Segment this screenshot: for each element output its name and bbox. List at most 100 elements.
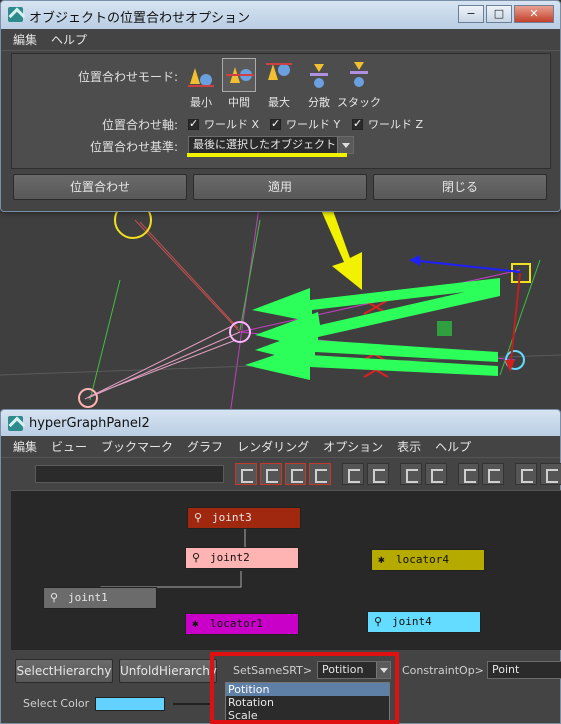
align-window-menubar: 編集 ヘルプ: [1, 29, 560, 51]
locator1-marker: [437, 321, 452, 336]
world-z-label: ワールド Z: [368, 118, 424, 131]
constraint-op-value: Point: [492, 663, 520, 676]
constraint-op-dropdown[interactable]: Point: [487, 661, 561, 679]
hypergraph-title: hyperGraphPanel2: [29, 416, 150, 431]
align-button[interactable]: 位置合わせ: [13, 174, 187, 200]
mode-caption-distribute: 分散: [308, 96, 330, 109]
node-label: locator4: [396, 553, 449, 566]
color-slider[interactable]: [173, 703, 213, 705]
layout-icon[interactable]: [342, 463, 365, 485]
align-axis-label: 位置合わせ軸:: [101, 118, 178, 132]
node-joint2[interactable]: ⚲ joint2: [185, 547, 299, 569]
node-joint1[interactable]: ⚲ joint1: [43, 587, 157, 609]
minimize-button[interactable]: −: [458, 5, 484, 23]
world-x-label: ワールド X: [204, 118, 260, 131]
mode-caption-max: 最大: [268, 96, 290, 109]
toggle-display-icon[interactable]: [515, 463, 538, 485]
align-mode-distribute-button[interactable]: [302, 58, 336, 92]
red-highlight-frame: [210, 652, 399, 724]
align-mode-max-button[interactable]: [262, 58, 296, 92]
scene-hierarchy-icon[interactable]: [457, 463, 480, 485]
locator-icon: ✱: [378, 553, 385, 566]
node-label: joint1: [68, 591, 108, 604]
hypergraph-toolbar: [11, 460, 561, 488]
hypergraph-menubar: 編集 ビュー ブックマーク グラフ レンダリング オプション 表示 ヘルプ: [1, 436, 560, 458]
select-color-label: Select Color: [23, 697, 90, 710]
node-label: locator1: [210, 617, 263, 630]
hypergraph-titlebar[interactable]: hyperGraphPanel2: [1, 410, 560, 436]
node-joint4[interactable]: ⚲ joint4: [367, 611, 481, 633]
close-button[interactable]: 閉じる: [373, 174, 547, 200]
hg-menu-view[interactable]: ビュー: [51, 438, 87, 455]
mode-caption-mid: 中間: [228, 96, 250, 109]
menu-help[interactable]: ヘルプ: [51, 31, 87, 48]
hypergraph-graph-area[interactable]: ⚲ joint3 ⚲ joint2 ⚲ joint1 ✱ locator4 ✱ locat…: [11, 490, 561, 650]
distribute-icon: [310, 64, 328, 88]
stack-icon: [350, 62, 368, 87]
hg-menu-show[interactable]: 表示: [397, 438, 421, 455]
align-window-title: オブジェクトの位置合わせオプション: [29, 11, 251, 26]
menu-edit[interactable]: 編集: [13, 31, 37, 48]
frame-hierarchy-icon[interactable]: [309, 463, 332, 485]
hg-menu-bookmarks[interactable]: ブックマーク: [101, 438, 173, 455]
world-y-checkbox[interactable]: ワールド Y: [270, 116, 340, 132]
hypergraph-search-field[interactable]: [35, 465, 224, 483]
mode-caption-stack: スタック: [337, 96, 381, 109]
remove-node-icon[interactable]: [424, 463, 447, 485]
hg-menu-help[interactable]: ヘルプ: [435, 438, 471, 455]
node-locator4[interactable]: ✱ locator4: [371, 549, 485, 571]
align-min-icon: [188, 68, 214, 87]
align-basis-label: 位置合わせ基準:: [89, 140, 178, 154]
align-mode-mid-button[interactable]: [222, 58, 256, 92]
joint-icon: ⚲: [192, 551, 201, 564]
align-basis-dropdown[interactable]: 最後に選択したオブジェクト: [188, 136, 354, 154]
align-mid-icon: [226, 67, 254, 83]
align-max-icon: [266, 63, 292, 80]
hg-menu-rendering[interactable]: レンダリング: [237, 438, 309, 455]
world-y-label: ワールド Y: [286, 118, 341, 131]
frame-all-icon[interactable]: [259, 463, 282, 485]
select-color-swatch[interactable]: [95, 697, 165, 711]
checkbox-box: [188, 117, 199, 130]
frame-selection-icon[interactable]: [284, 463, 307, 485]
align-options-panel: 位置合わせモード: 最小 中間 最大 分散 スタック 位置合わせ軸: ✓ ワール…: [11, 53, 551, 169]
close-window-button[interactable]: ✕: [514, 5, 554, 23]
joint-icon: ⚲: [50, 591, 59, 604]
checkbox-box: [270, 117, 281, 130]
node-joint3[interactable]: ⚲ joint3: [187, 507, 301, 529]
align-options-window: オブジェクトの位置合わせオプション − □ ✕ 編集 ヘルプ 位置合わせモード:: [0, 0, 561, 212]
checkbox-box: [352, 117, 363, 130]
node-label: joint3: [212, 511, 252, 524]
align-mode-label: 位置合わせモード:: [77, 70, 178, 84]
apply-button[interactable]: 適用: [193, 174, 367, 200]
joint-icon: ⚲: [194, 511, 203, 524]
unfold-hierarchy-button[interactable]: UnfoldHierarchy: [119, 659, 217, 683]
node-label: joint2: [210, 551, 250, 564]
mode-caption-min: 最小: [190, 96, 212, 109]
add-node-icon[interactable]: [399, 463, 422, 485]
select-hierarchy-button[interactable]: SelectHierarchy: [15, 659, 113, 683]
align-mode-min-button[interactable]: [184, 58, 218, 92]
chevron-down-icon: [337, 137, 353, 153]
constraint-op-label: ConstraintOp>: [402, 664, 484, 677]
align-basis-value: 最後に選択したオブジェクト: [193, 138, 336, 151]
align-mode-stack-button[interactable]: [342, 58, 376, 92]
hg-menu-edit[interactable]: 編集: [13, 438, 37, 455]
locator-icon: ✱: [192, 617, 199, 630]
maximize-button[interactable]: □: [486, 5, 512, 23]
world-z-checkbox[interactable]: ワールド Z: [352, 116, 423, 132]
world-x-checkbox[interactable]: ワールド X: [188, 116, 259, 132]
hierarchy-view-icon[interactable]: [234, 463, 257, 485]
toggle-swatch-icon[interactable]: [540, 463, 561, 485]
node-locator1[interactable]: ✱ locator1: [185, 613, 299, 635]
hg-menu-options[interactable]: オプション: [323, 438, 383, 455]
hg-menu-graph[interactable]: グラフ: [187, 438, 223, 455]
align-window-titlebar[interactable]: オブジェクトの位置合わせオプション − □ ✕: [1, 1, 560, 29]
relayout-icon[interactable]: [367, 463, 389, 485]
joint-icon: ⚲: [374, 615, 383, 628]
yellow-highlight-underline: [187, 153, 347, 157]
input-output-icon[interactable]: [482, 463, 505, 485]
maya-app-icon: [8, 416, 23, 431]
node-label: joint4: [392, 615, 432, 628]
maya-app-icon: [8, 7, 23, 22]
